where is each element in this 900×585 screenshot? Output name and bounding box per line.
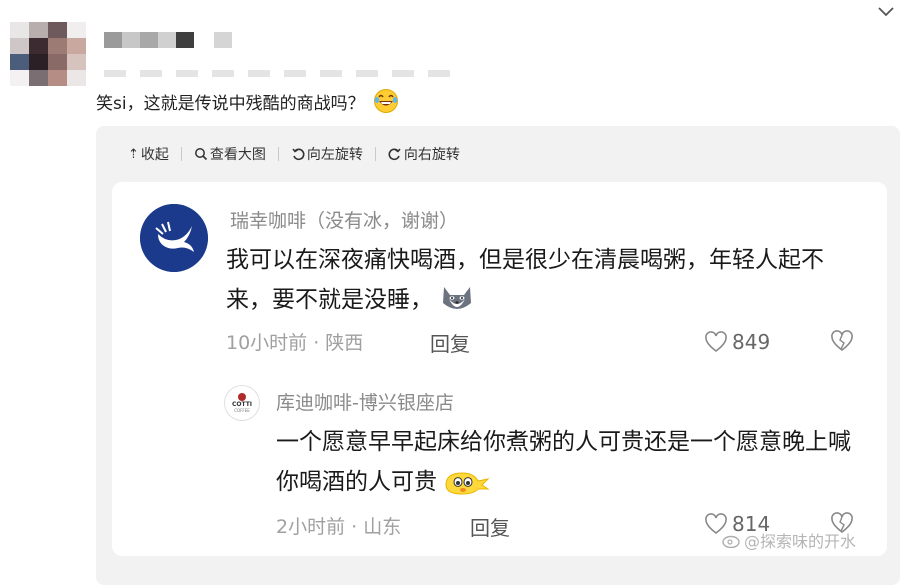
husky-emoji-icon <box>443 287 472 309</box>
post-meta-blurred <box>104 70 450 77</box>
rotate-right-icon <box>388 148 401 161</box>
toolbar-divider <box>180 147 182 161</box>
screenshot-card: 瑞幸咖啡（没有冰，谢谢） 我可以在深夜痛快喝酒，但是很少在清晨喝粥，年轻人起不来… <box>112 182 887 556</box>
comment-text-content: 我可以在深夜痛快喝酒，但是很少在清晨喝粥，年轻人起不来，要不就是没睡， <box>226 247 824 313</box>
reply-time-location: 2小时前 · 山东 <box>276 516 402 538</box>
comment-reply-button[interactable]: 回复 <box>430 328 470 357</box>
rotate-left-label: 向左旋转 <box>306 147 363 163</box>
post-text: 笑si，这就是传说中残酷的商战吗？ <box>96 88 399 114</box>
toolbar-divider <box>374 147 376 161</box>
reply-text-content: 一个愿意早早起床给你煮粥的人可贵还是一个愿意晚上喊你喝酒的人可贵 <box>276 429 851 495</box>
cotti-avatar-text: COTTI <box>231 401 253 408</box>
cotti-avatar: COTTI COFFEE <box>224 385 260 421</box>
broken-heart-icon[interactable] <box>830 330 854 352</box>
watermark-text: @探索味的开水 <box>744 532 857 551</box>
view-large-label: 查看大图 <box>209 147 266 163</box>
weibo-logo-icon <box>722 535 740 548</box>
rotate-right-label: 向右旋转 <box>403 147 460 163</box>
reply-text: 一个愿意早早起床给你煮粥的人可贵还是一个愿意晚上喊你喝酒的人可贵 <box>276 422 866 502</box>
heart-icon <box>705 331 727 353</box>
weibo-watermark: @探索味的开水 <box>722 528 856 552</box>
cotti-logo-icon <box>238 393 246 401</box>
comment-author[interactable]: 瑞幸咖啡（没有冰，谢谢） <box>230 206 458 233</box>
luckin-avatar <box>140 204 208 272</box>
collapse-up-icon: ⇡ <box>128 146 139 162</box>
image-toolbar: ⇡ 收起 查看大图 向左旋转 向右旋转 <box>128 144 460 164</box>
chevron-down-icon[interactable] <box>876 4 896 20</box>
username-blurred[interactable] <box>104 32 232 48</box>
post-text-content: 笑si，这就是传说中残酷的商战吗？ <box>96 93 365 114</box>
comment-time-location: 10小时前 · 陕西 <box>226 332 364 354</box>
rotate-left-icon <box>292 148 305 161</box>
deer-logo-icon <box>140 204 208 272</box>
cotti-avatar-sub: COFFEE <box>234 408 250 413</box>
magnifier-icon <box>194 148 207 161</box>
reply-author[interactable]: 库迪咖啡-博兴银座店 <box>276 388 454 415</box>
comment-text: 我可以在深夜痛快喝酒，但是很少在清晨喝粥，年轻人起不来，要不就是没睡， <box>226 240 866 320</box>
comment-like-count: 849 <box>732 330 771 354</box>
user-avatar-blurred[interactable] <box>10 22 86 86</box>
image-viewer: ⇡ 收起 查看大图 向左旋转 向右旋转 瑞幸咖啡（没有冰，谢谢） 我可以在深夜痛… <box>96 126 900 585</box>
laughing-tears-emoji-icon <box>373 89 398 113</box>
toolbar-divider <box>277 147 279 161</box>
view-large-button[interactable]: 查看大图 <box>194 144 266 164</box>
rotate-left-button[interactable]: 向左旋转 <box>291 144 363 164</box>
collapse-button[interactable]: ⇡ 收起 <box>128 144 169 164</box>
collapse-label: 收起 <box>140 147 169 163</box>
comment-like-button[interactable]: 849 <box>704 330 770 354</box>
reply-reply-button[interactable]: 回复 <box>470 512 510 541</box>
chick-emoji-icon <box>445 472 490 495</box>
rotate-right-button[interactable]: 向右旋转 <box>388 144 460 164</box>
